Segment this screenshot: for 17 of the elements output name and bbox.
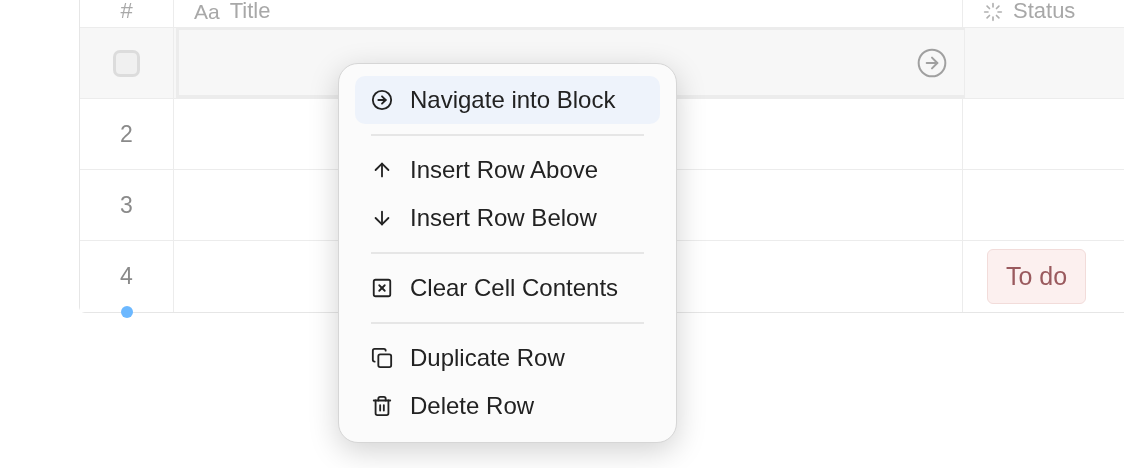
duplicate-icon <box>371 347 393 369</box>
row-number: 4 <box>120 262 133 292</box>
menu-item[interactable]: Delete Row <box>355 382 660 430</box>
row-number: 3 <box>120 190 133 220</box>
menu-item[interactable]: Insert Row Below <box>355 194 660 242</box>
trash-icon <box>371 395 393 417</box>
row-checkbox[interactable] <box>113 49 140 77</box>
menu-item[interactable]: Insert Row Above <box>355 146 660 194</box>
status-tag[interactable]: To do <box>987 248 1087 305</box>
title-property-icon: Aa <box>194 1 220 22</box>
menu-item[interactable]: Duplicate Row <box>355 334 660 382</box>
menu-item[interactable]: Navigate into Block <box>355 76 660 124</box>
row-number: 2 <box>120 119 133 149</box>
resize-handle[interactable] <box>121 306 133 318</box>
menu-item[interactable]: Clear Cell Contents <box>355 264 660 312</box>
clear-box-icon <box>371 277 393 299</box>
status-property-icon <box>983 2 1003 22</box>
